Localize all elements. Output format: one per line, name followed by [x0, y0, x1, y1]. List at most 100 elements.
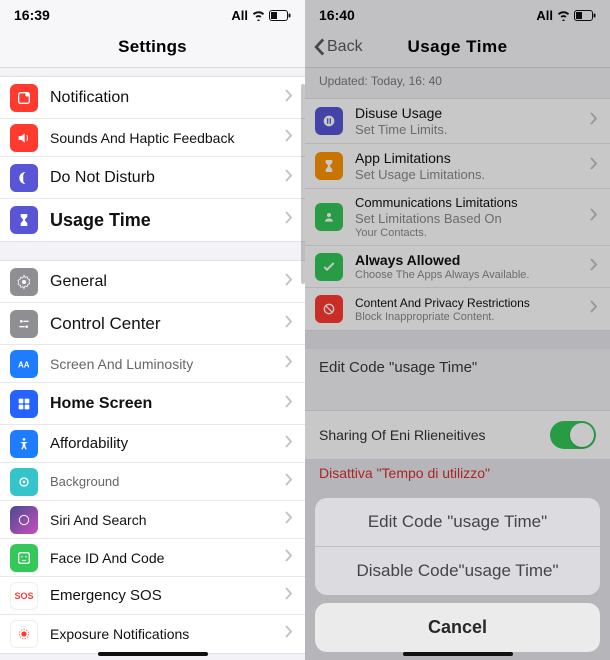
row-label: Home Screen	[50, 395, 279, 413]
item-title: Disuse Usage	[355, 105, 584, 121]
sheet-disable-code[interactable]: Disable Code"usage Time"	[315, 547, 600, 595]
home-indicator[interactable]	[403, 652, 513, 656]
back-button[interactable]: Back	[313, 38, 363, 56]
row-sounds[interactable]: Sounds And Haptic Feedback	[0, 119, 305, 157]
row-dnd[interactable]: Do Not Disturb	[0, 157, 305, 199]
disable-red-text[interactable]: Disattiva "Tempo di utilizzo"	[305, 459, 610, 487]
sheet-edit-code[interactable]: Edit Code "usage Time"	[315, 498, 600, 547]
page-title: Usage Time	[407, 37, 507, 57]
item-sub: Block Inappropriate Content.	[355, 311, 584, 323]
exposure-icon	[10, 620, 38, 648]
row-notification[interactable]: Notification	[0, 77, 305, 119]
row-label: Notification	[50, 89, 279, 107]
row-comm-limits[interactable]: Communications Limitations Set Limitatio…	[305, 189, 610, 246]
row-sos[interactable]: SOS Emergency SOS	[0, 577, 305, 615]
row-accessibility[interactable]: Affordability	[0, 425, 305, 463]
item-title: Content And Privacy Restrictions	[355, 296, 584, 310]
chevron-right-icon	[590, 112, 598, 130]
row-display[interactable]: AA Screen And Luminosity	[0, 345, 305, 383]
usage-header: Back Usage Time	[305, 26, 610, 68]
wifi-icon	[251, 10, 266, 21]
hourglass-icon	[315, 152, 343, 180]
chevron-right-icon	[285, 169, 293, 187]
row-label: Do Not Disturb	[50, 169, 279, 187]
settings-header: Settings	[0, 26, 305, 68]
row-label: Exposure Notifications	[50, 626, 279, 642]
status-time: 16:40	[319, 7, 355, 23]
row-label: Emergency SOS	[50, 587, 279, 604]
status-right: All	[231, 8, 291, 23]
block-icon	[315, 295, 343, 323]
row-content-privacy[interactable]: Content And Privacy Restrictions Block I…	[305, 288, 610, 330]
settings-group-1: Notification Sounds And Haptic Feedback …	[0, 76, 305, 242]
check-icon	[315, 253, 343, 281]
sos-icon: SOS	[10, 582, 38, 610]
chevron-right-icon	[590, 157, 598, 175]
chevron-right-icon	[285, 315, 293, 333]
chevron-right-icon	[285, 435, 293, 453]
text-size-icon: AA	[10, 350, 38, 378]
row-always-allowed[interactable]: Always Allowed Choose The Apps Always Av…	[305, 246, 610, 288]
row-label: General	[50, 273, 279, 291]
row-label: Control Center	[50, 314, 279, 334]
chevron-right-icon	[285, 625, 293, 643]
status-time: 16:39	[14, 7, 50, 23]
action-sheet: Edit Code "usage Time" Disable Code"usag…	[315, 498, 600, 652]
page-title: Settings	[118, 37, 187, 57]
chevron-right-icon	[285, 129, 293, 147]
item-sub: Set Usage Limitations.	[355, 167, 584, 182]
row-downtime[interactable]: Disuse Usage Set Time Limits.	[305, 99, 610, 144]
settings-screen: 16:39 All Settings Notification Sounds A…	[0, 0, 305, 660]
chevron-right-icon	[285, 549, 293, 567]
item-title: App Limitations	[355, 150, 584, 166]
home-indicator[interactable]	[98, 652, 208, 656]
sheet-cancel-button[interactable]: Cancel	[315, 603, 600, 652]
row-siri[interactable]: Siri And Search	[0, 501, 305, 539]
battery-icon	[574, 10, 596, 21]
usage-time-screen: 16:40 All Back Usage Time Updated: Today…	[305, 0, 610, 660]
usage-group: Disuse Usage Set Time Limits. App Limita…	[305, 98, 610, 331]
sharing-toggle[interactable]	[550, 421, 596, 449]
status-right: All	[536, 8, 596, 23]
chevron-right-icon	[285, 273, 293, 291]
status-bar: 16:39 All	[0, 0, 305, 26]
wallpaper-icon	[10, 468, 38, 496]
row-app-limits[interactable]: App Limitations Set Usage Limitations.	[305, 144, 610, 189]
item-title: Always Allowed	[355, 252, 584, 268]
battery-icon	[269, 10, 291, 21]
chevron-right-icon	[285, 587, 293, 605]
sharing-row[interactable]: Sharing Of Eni Rlieneitives	[305, 410, 610, 459]
accessibility-icon	[10, 430, 38, 458]
sharing-label: Sharing Of Eni Rlieneitives	[319, 427, 486, 443]
chevron-right-icon	[590, 300, 598, 318]
item-title: Communications Limitations	[355, 195, 584, 210]
row-faceid[interactable]: Face ID And Code	[0, 539, 305, 577]
moon-icon	[10, 164, 38, 192]
row-label: Siri And Search	[50, 512, 279, 528]
item-sub2: Your Contacts.	[355, 227, 584, 239]
status-bar: 16:40 All	[305, 0, 610, 26]
person-icon	[315, 203, 343, 231]
row-label: Sounds And Haptic Feedback	[50, 130, 279, 146]
row-general[interactable]: General	[0, 261, 305, 303]
row-label: Face ID And Code	[50, 550, 279, 566]
grid-icon	[10, 390, 38, 418]
item-sub: Choose The Apps Always Available.	[355, 269, 584, 281]
row-control-center[interactable]: Control Center	[0, 303, 305, 345]
edit-code-row[interactable]: Edit Code "usage Time"	[305, 349, 610, 386]
hourglass-icon	[10, 206, 38, 234]
chevron-right-icon	[285, 395, 293, 413]
faceid-icon	[10, 544, 38, 572]
row-label: Background	[50, 474, 279, 489]
chevron-right-icon	[285, 211, 293, 229]
row-label: Affordability	[50, 435, 279, 452]
row-usage-time[interactable]: Usage Time	[0, 199, 305, 241]
pause-icon	[315, 107, 343, 135]
row-home-screen[interactable]: Home Screen	[0, 383, 305, 425]
row-wallpaper[interactable]: Background	[0, 463, 305, 501]
sliders-icon	[10, 310, 38, 338]
item-sub: Set Time Limits.	[355, 122, 584, 137]
row-exposure[interactable]: Exposure Notifications	[0, 615, 305, 653]
row-label: Screen And Luminosity	[50, 356, 279, 372]
chevron-right-icon	[285, 89, 293, 107]
